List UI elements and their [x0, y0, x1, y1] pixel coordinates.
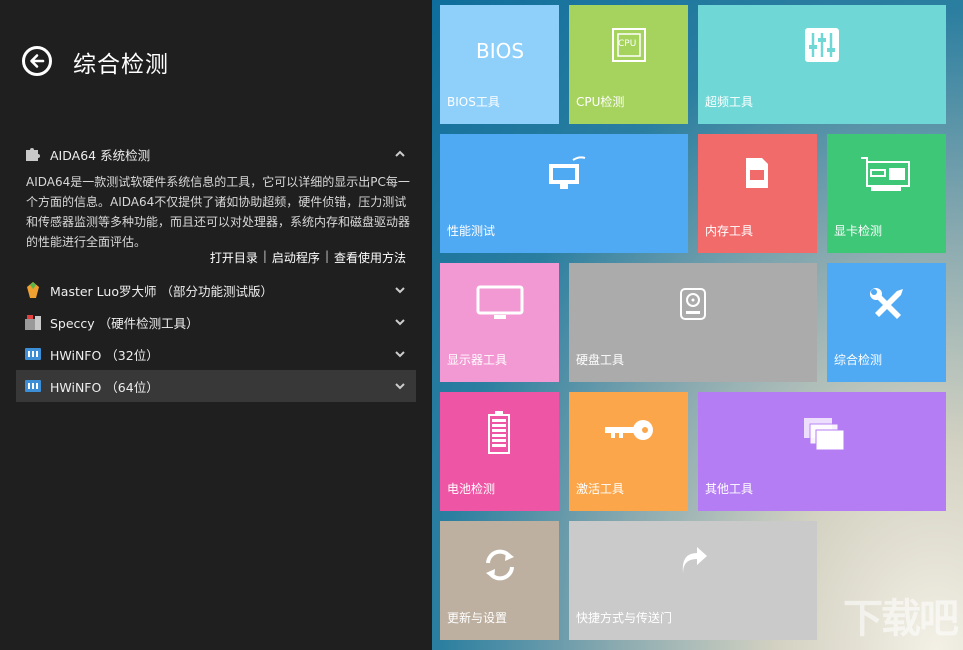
monitor-wifi-icon	[549, 156, 586, 189]
tile-label: 硬盘工具	[576, 353, 625, 367]
tile-label: 性能测试	[447, 224, 496, 238]
separator: |	[262, 249, 267, 263]
tile-label: 激活工具	[576, 482, 625, 496]
tile-label: BIOS工具	[447, 95, 500, 109]
cpu-icon-text: CPU	[618, 39, 637, 49]
wrench-screwdriver-icon	[870, 288, 903, 319]
tile-label: 更新与设置	[447, 611, 508, 625]
tile-label: 电池检测	[447, 482, 496, 496]
launch-program-link[interactable]: 启动程序	[272, 249, 320, 266]
separator: |	[324, 249, 329, 263]
refresh-icon	[486, 549, 514, 581]
tool-item-label: AIDA64 系统检测	[50, 147, 151, 163]
tile-bios-tools[interactable]: BIOS BIOS工具	[440, 5, 559, 124]
usage-guide-link[interactable]: 查看使用方法	[334, 249, 406, 266]
tool-item-label: HWiNFO （64位）	[50, 379, 159, 395]
tile-performance-test[interactable]: 性能测试	[440, 134, 688, 253]
tool-item-aida64[interactable]: AIDA64 系统检测	[16, 138, 416, 170]
graphics-card-icon	[861, 157, 910, 191]
chevron-down-icon[interactable]	[392, 282, 408, 298]
chevron-down-icon[interactable]	[392, 346, 408, 362]
tile-gpu-check[interactable]: 显卡检测	[827, 134, 946, 253]
speccy-icon	[25, 315, 41, 330]
tool-item-label: Speccy （硬件检测工具）	[50, 315, 199, 331]
tile-cpu-check[interactable]: CPU CPU检测	[569, 5, 688, 124]
equalizer-icon	[805, 28, 839, 62]
back-button[interactable]	[22, 46, 52, 76]
stacked-windows-icon	[804, 418, 845, 451]
tile-grid: BIOS BIOS工具 CPU CPU检测 超频工具 性能测试 内存工具 显卡检…	[432, 0, 963, 650]
key-icon	[605, 420, 653, 440]
tile-label: 快捷方式与传送门	[576, 611, 673, 625]
chevron-down-icon[interactable]	[392, 314, 408, 330]
tile-comprehensive-check[interactable]: 综合检测	[827, 263, 946, 382]
puzzle-icon	[26, 148, 40, 161]
tile-label: 其他工具	[705, 482, 754, 496]
tool-item-hwinfo64[interactable]: HWiNFO （64位）	[16, 370, 416, 402]
tile-battery-check[interactable]: 电池检测	[440, 392, 559, 511]
hwinfo-icon	[25, 380, 41, 392]
tile-shortcuts-portal[interactable]: 快捷方式与传送门	[569, 521, 817, 640]
chevron-down-icon[interactable]	[392, 378, 408, 394]
tile-disk-tools[interactable]: 硬盘工具	[569, 263, 817, 382]
aida64-description: AIDA64是一款测试软硬件系统信息的工具，它可以详细的显示出PC每一个方面的信…	[26, 175, 411, 249]
tile-memory-tools[interactable]: 内存工具	[698, 134, 817, 253]
aida64-actions: 打开目录 | 启动程序 | 查看使用方法	[210, 249, 406, 266]
battery-icon	[488, 411, 510, 454]
left-panel: 综合检测 AIDA64 系统检测 AIDA64是一款测试软硬件系统信息的工具，它…	[0, 0, 432, 650]
tool-item-label: HWiNFO （32位）	[50, 347, 159, 363]
tool-item-speccy[interactable]: Speccy （硬件检测工具）	[16, 306, 416, 338]
tile-label: 综合检测	[834, 353, 883, 367]
arrow-left-icon	[30, 54, 45, 68]
hard-disk-icon	[680, 288, 706, 320]
tile-label: 显卡检测	[834, 224, 883, 238]
tool-item-label: Master Luo罗大师 （部分功能测试版）	[50, 283, 273, 299]
tile-other-tools[interactable]: 其他工具	[698, 392, 946, 511]
hwinfo-icon	[25, 348, 41, 360]
tile-label: 内存工具	[705, 224, 754, 238]
watermark-logo: 下载吧	[843, 596, 959, 642]
sd-card-icon	[746, 158, 768, 188]
tile-activation-tools[interactable]: 激活工具	[569, 392, 688, 511]
tile-label: 超频工具	[705, 95, 754, 109]
chevron-up-icon[interactable]	[392, 146, 408, 162]
display-icon	[476, 285, 524, 319]
tile-display-tools[interactable]: 显示器工具	[440, 263, 559, 382]
open-directory-link[interactable]: 打开目录	[210, 249, 258, 266]
tile-label: 显示器工具	[447, 353, 508, 367]
page-title: 综合检测	[73, 52, 169, 78]
share-arrow-icon	[682, 547, 707, 573]
tile-update-settings[interactable]: 更新与设置	[440, 521, 559, 640]
tool-item-hwinfo32[interactable]: HWiNFO （32位）	[16, 338, 416, 370]
bios-icon: BIOS	[476, 39, 525, 63]
tile-overclock-tools[interactable]: 超频工具	[698, 5, 946, 124]
tool-item-master-luo[interactable]: Master Luo罗大师 （部分功能测试版）	[16, 274, 416, 306]
master-luo-icon	[27, 282, 39, 298]
tile-label: CPU检测	[576, 95, 625, 109]
